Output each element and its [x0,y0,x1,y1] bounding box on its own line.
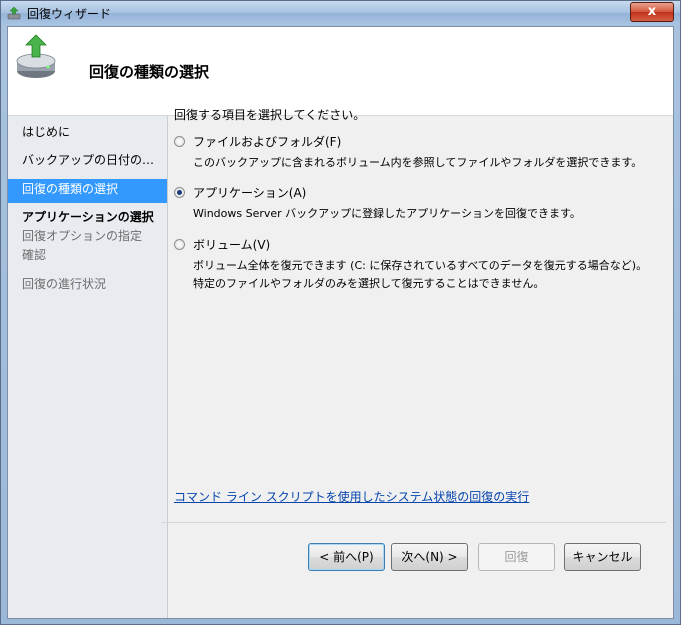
cancel-button[interactable]: キャンセル [564,543,641,571]
radio-files-folders[interactable] [174,136,185,147]
option-volume-description-note: 特定のファイルやフォルダのみを選択して復元することはできません。 [193,277,545,290]
title-bar[interactable]: 回復ウィザード x [1,1,680,25]
recovery-wizard-window: 回復ウィザード x 回復の種類の選択 はじめに バックアップの日付の… 回復の種… [0,0,681,625]
system-state-recovery-link[interactable]: コマンド ライン スクリプトを使用したシステム状態の回復の実行 [174,488,529,505]
option-files-folders-description: このバックアップに含まれるボリューム内を参照してファイルやフォルダを選択できます… [193,156,643,169]
back-button[interactable]: < 前へ(P) [308,543,385,571]
nav-step-backup-date[interactable]: バックアップの日付の… [8,150,167,174]
radio-application[interactable] [174,187,185,198]
nav-step-getting-started[interactable]: はじめに [8,122,167,146]
recovery-app-icon [7,6,21,20]
option-files-folders-label[interactable]: ファイルおよびフォルダ(F) [193,133,341,150]
footer-divider [161,522,666,523]
recover-button[interactable]: 回復 [478,543,555,571]
option-application-description: Windows Server バックアップに登録したアプリケーションを回復できま… [193,207,581,220]
radio-volume[interactable] [174,239,185,250]
window-title: 回復ウィザード [27,7,112,21]
nav-step-confirmation: 確認 [22,248,47,262]
option-application-label[interactable]: アプリケーション(A) [193,184,306,201]
wizard-step-list: はじめに バックアップの日付の… 回復の種類の選択 アプリケーションの選択 回復… [8,116,168,618]
page-title: 回復の種類の選択 [89,63,210,81]
option-volume-description: ボリューム全体を復元できます (C: に保存されているすべてのデータを復元する場… [193,259,648,272]
nav-step-recovery-type[interactable]: 回復の種類の選択 [8,179,167,203]
wizard-header: 回復の種類の選択 [8,27,673,116]
next-button[interactable]: 次へ(N) > [391,543,468,571]
close-button[interactable]: x [630,2,674,22]
option-volume-label[interactable]: ボリューム(V) [193,236,270,253]
nav-step-progress: 回復の進行状況 [22,277,107,291]
backup-drive-restore-icon [16,34,56,78]
selection-prompt: 回復する項目を選択してください。 [174,108,366,122]
